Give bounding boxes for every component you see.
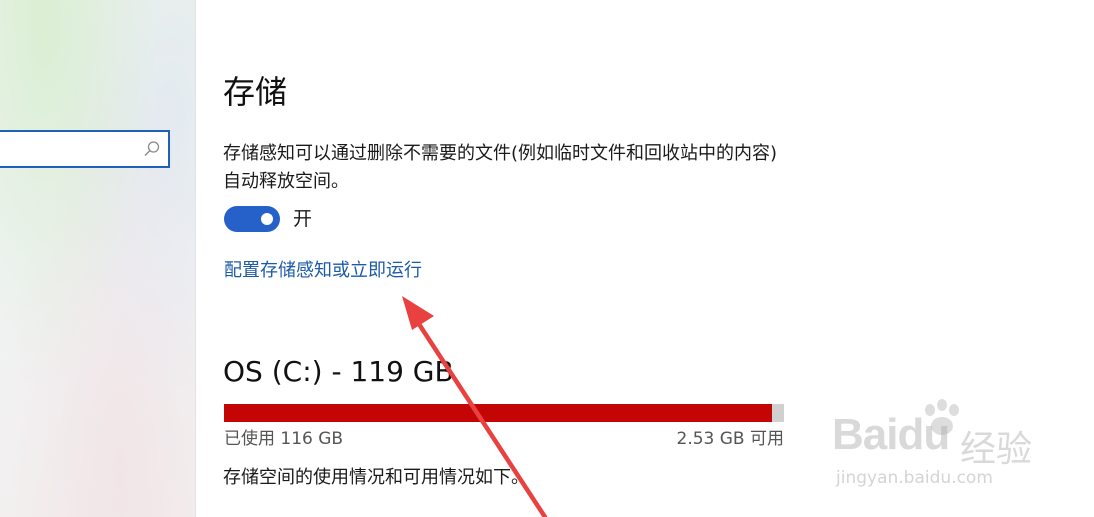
watermark-url: jingyan.baidu.com [836,468,993,488]
page-title: 存储 [223,73,288,111]
drive-usage-fill [224,404,773,422]
search-icon[interactable] [143,140,161,158]
drive-title: OS (C:) - 119 GB [223,355,454,388]
used-space-label: 已使用 116 GB [224,429,344,449]
drive-usage-bar[interactable] [224,404,784,422]
watermark-cn: 经验 [960,429,1033,470]
toggle-knob [261,213,273,225]
search-input[interactable] [0,130,170,168]
free-space-label: 2.53 GB 可用 [676,429,785,449]
settings-window: 存储 存储感知可以通过删除不需要的文件(例如临时文件和回收站中的内容)自动释放空… [0,0,1094,517]
baidu-watermark: Baidu 经验 jingyan.baidu.com [832,398,1072,498]
usage-description: 存储空间的使用情况和可用情况如下。 [223,467,529,488]
sidebar [0,0,196,517]
configure-storage-sense-link[interactable]: 配置存储感知或立即运行 [224,258,422,284]
watermark-logo: Baidu [832,410,950,459]
storage-sense-description: 存储感知可以通过删除不需要的文件(例如临时文件和回收站中的内容)自动释放空间。 [223,143,778,192]
toggle-state-label: 开 [293,208,313,230]
storage-sense-toggle[interactable] [224,206,280,232]
